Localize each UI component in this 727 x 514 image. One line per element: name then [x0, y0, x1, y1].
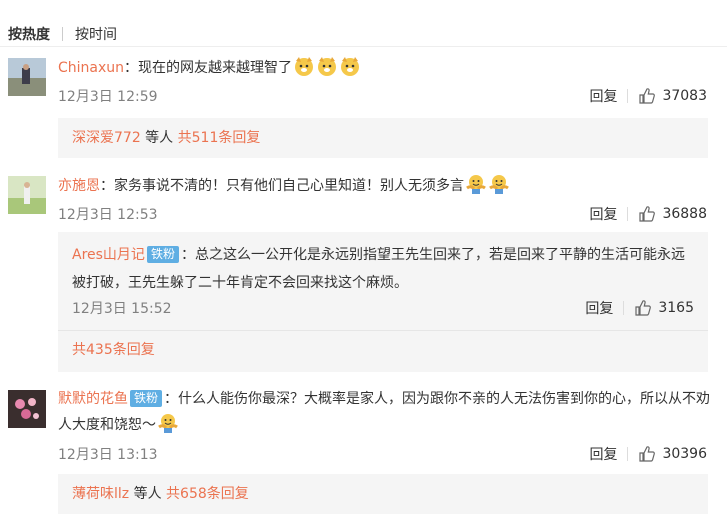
like-button[interactable]: 3165	[634, 299, 694, 317]
sub-reply-time: 12月3日 15:52	[72, 301, 172, 317]
avatar[interactable]	[8, 176, 46, 214]
comment-username[interactable]: Chinaxun	[58, 60, 124, 76]
thumbs-up-icon	[639, 88, 656, 104]
sort-by-hot-tab[interactable]: 按热度	[8, 24, 50, 44]
like-count: 36888	[662, 206, 707, 222]
comment-text: Chinaxun：现在的网友越来越理智了	[58, 55, 715, 80]
like-button[interactable]: 30396	[638, 445, 707, 463]
sort-separator	[62, 27, 63, 41]
sub-divider	[58, 330, 708, 331]
comment-username[interactable]: 默默的花鱼	[58, 391, 128, 407]
like-button[interactable]: 37083	[638, 87, 707, 105]
doge-emoji-icon	[292, 57, 315, 76]
comment-actions: 回复 36888	[589, 204, 707, 224]
reply-summary-text: 等人	[140, 130, 178, 146]
reply-summary-user[interactable]: 深深爱772	[72, 130, 141, 146]
comment-username[interactable]: 亦施恩	[58, 178, 100, 194]
thumbs-up-icon	[635, 300, 652, 316]
like-count: 3165	[658, 300, 694, 316]
action-separator	[627, 447, 629, 461]
thumbs-up-icon	[639, 206, 656, 222]
like-count: 37083	[662, 88, 707, 104]
fan-badge[interactable]: 铁粉	[146, 246, 179, 263]
reply-summary-user[interactable]: 薄荷味llz	[72, 486, 129, 502]
reply-button[interactable]: 回复	[589, 444, 617, 464]
comment-content: ：家务事说不清的！只有他们自己心里知道！别人无须多言	[100, 178, 464, 194]
like-button[interactable]: 36888	[638, 205, 707, 223]
reply-summary-text: 等人	[129, 486, 167, 502]
fan-badge[interactable]: 铁粉	[130, 390, 163, 407]
like-count: 30396	[662, 446, 707, 462]
comment-text: 亦施恩：家务事说不清的！只有他们自己心里知道！别人无须多言	[58, 173, 715, 198]
sub-reply-actions: 回复 3165	[585, 298, 694, 318]
action-separator	[627, 89, 629, 103]
comment-time: 12月3日 13:13	[58, 447, 158, 463]
comment-time: 12月3日 12:53	[58, 207, 158, 223]
reply-count-link[interactable]: 共435条回复	[72, 342, 155, 358]
sort-bar: 按热度 按时间	[8, 22, 117, 46]
reply-button[interactable]: 回复	[585, 298, 613, 318]
action-separator	[623, 301, 625, 315]
reply-count-link[interactable]: 共511条回复	[178, 130, 261, 146]
thumbs-up-icon	[639, 446, 656, 462]
reply-summary[interactable]: 共435条回复	[72, 340, 155, 360]
reply-summary[interactable]: 深深爱772 等人 共511条回复	[58, 118, 708, 158]
doge-emoji-icon	[315, 57, 338, 76]
avatar[interactable]	[8, 390, 46, 428]
sub-reply-box: Ares山月记 铁粉 ：总之这么一公开化是永远别指望王先生回来了，若是回来了平静的生…	[58, 232, 708, 372]
comment-time: 12月3日 12:59	[58, 89, 158, 105]
avatar[interactable]	[8, 58, 46, 96]
comment-content: ：现在的网友越来越理智了	[124, 60, 293, 76]
reply-count-link[interactable]: 共658条回复	[166, 486, 249, 502]
divider	[0, 46, 727, 47]
reply-button[interactable]: 回复	[589, 204, 617, 224]
comment-text: 默默的花鱼 铁粉 ：什么人能伤你最深？大概率是家人，因为跟你不亲的人无法伤害到你的心…	[58, 386, 715, 438]
hug-emoji-icon	[464, 175, 487, 194]
doge-emoji-icon	[338, 57, 361, 76]
reply-summary[interactable]: 薄荷味llz 等人 共658条回复	[58, 474, 708, 514]
comment-actions: 回复 30396	[589, 444, 707, 464]
sub-reply-text: Ares山月记 铁粉 ：总之这么一公开化是永远别指望王先生回来了，若是回来了平静的生…	[72, 241, 694, 297]
sort-by-time-tab[interactable]: 按时间	[75, 24, 117, 44]
hug-emoji-icon	[487, 175, 510, 194]
reply-button[interactable]: 回复	[589, 86, 617, 106]
hug-emoji-icon	[156, 414, 179, 433]
sub-reply-username[interactable]: Ares山月记	[72, 247, 145, 263]
comment-actions: 回复 37083	[589, 86, 707, 106]
action-separator	[627, 207, 629, 221]
